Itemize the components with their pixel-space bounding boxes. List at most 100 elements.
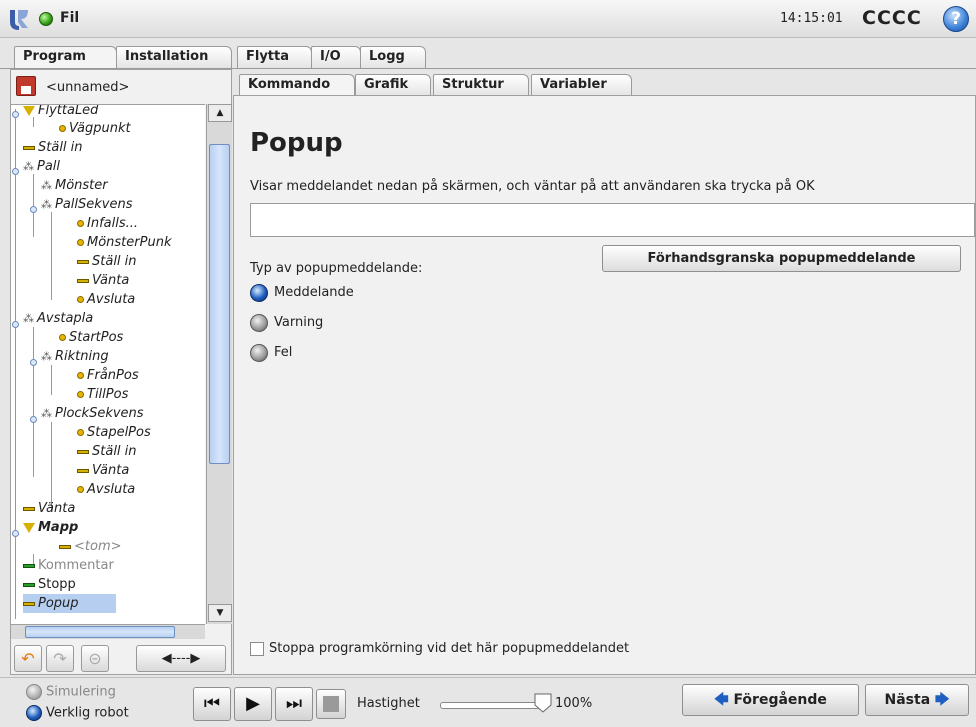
tree-node-monsterpunkt[interactable]: MönsterPunk — [77, 233, 171, 252]
help-icon[interactable]: ? — [943, 6, 969, 32]
radio-fel[interactable]: Fel — [250, 342, 292, 364]
tab-variabler[interactable]: Variabler — [531, 74, 632, 96]
tree-node-kommentar[interactable]: Kommentar — [23, 556, 114, 575]
tree-expand-icon[interactable] — [12, 111, 19, 118]
tree-node-monster[interactable]: ⁂ Mönster — [41, 176, 108, 195]
tab-kommando[interactable]: Kommando — [239, 74, 355, 96]
set-icon — [23, 145, 35, 150]
speed-label: Hastighet — [357, 696, 420, 711]
tree-line — [51, 365, 52, 395]
waypoint-icon — [59, 334, 66, 341]
tree-horizontal-scrollbar[interactable] — [11, 624, 205, 639]
move-icon — [23, 105, 35, 116]
top-bar: Fil 14:15:01 CCCC ? — [0, 0, 976, 38]
program-tree[interactable]: FlyttaLed Vägpunkt Ställ in ⁂ Pall ⁂ Mönst… — [11, 104, 205, 624]
tree-node-vanta[interactable]: Vänta — [77, 271, 129, 290]
tree-node-franpos[interactable]: FrånPos — [77, 366, 139, 385]
tree-expand-icon[interactable] — [30, 206, 37, 213]
tree-node-tillpos[interactable]: TillPos — [77, 385, 128, 404]
play-icon[interactable]: ▶ — [234, 687, 272, 721]
tree-node-avsluta[interactable]: Avsluta — [77, 290, 135, 309]
pallet-icon: ⁂ — [41, 407, 52, 420]
tree-expand-icon[interactable] — [12, 168, 19, 175]
tree-node-mapp[interactable]: Mapp — [23, 518, 78, 537]
tree-node-pallsekvens[interactable]: ⁂ PallSekvens — [41, 195, 133, 214]
tab-move[interactable]: Flytta — [237, 46, 312, 68]
skip-back-icon[interactable]: ⏮ — [193, 687, 231, 721]
comment-icon — [23, 563, 35, 568]
step-forward-icon[interactable]: ⏭ — [275, 687, 313, 721]
waypoint-icon — [77, 429, 84, 436]
tree-expand-icon[interactable] — [12, 321, 19, 328]
next-button[interactable]: Nästa 🡆 — [865, 684, 969, 716]
stop-icon[interactable] — [316, 689, 346, 719]
waypoint-icon — [77, 296, 84, 303]
tree-expand-icon[interactable] — [12, 530, 19, 537]
tree-node-stopp[interactable]: Stopp — [23, 575, 76, 594]
tree-node-startpos[interactable]: StartPos — [59, 328, 123, 347]
tree-expand-icon[interactable] — [30, 359, 37, 366]
tree-toolbar: ↶ ↷ ⊝ ◀----▶ — [11, 642, 231, 674]
bottom-bar: Simulering Verklig robot ⏮ ▶ ⏭ Hastighet… — [0, 677, 976, 727]
speed-slider-handle-icon[interactable] — [534, 693, 552, 713]
tree-node-stall-in[interactable]: Ställ in — [23, 138, 83, 157]
file-menu[interactable]: Fil — [60, 10, 79, 26]
tree-node-vanta[interactable]: Vänta — [77, 461, 129, 480]
tree-node-empty[interactable]: <tom> — [59, 537, 122, 556]
popup-message-input[interactable] — [250, 203, 975, 237]
tree-node-stapelpos[interactable]: StapelPos — [77, 423, 151, 442]
wait-icon — [77, 468, 89, 473]
tab-grafik[interactable]: Grafik — [355, 74, 431, 96]
set-icon — [77, 259, 89, 264]
clock: 14:15:01 — [780, 11, 843, 26]
tab-installation[interactable]: Installation — [116, 46, 232, 68]
pallet-icon: ⁂ — [41, 350, 52, 363]
redo-icon[interactable]: ↷ — [46, 645, 74, 672]
tree-line — [51, 212, 52, 300]
tree-node-stall-in[interactable]: Ställ in — [77, 442, 137, 461]
tree-node-stall-in[interactable]: Ställ in — [77, 252, 137, 271]
tree-node-riktning[interactable]: ⁂ Riktning — [41, 347, 109, 366]
folder-icon — [23, 522, 35, 533]
undo-icon[interactable]: ↶ — [14, 645, 42, 672]
tree-vertical-scrollbar[interactable]: ▲ ▼ — [206, 104, 232, 624]
popup-type-label: Typ av popupmeddelande: — [250, 261, 423, 276]
scrollbar-thumb[interactable] — [209, 144, 230, 464]
stop-program-checkbox[interactable] — [250, 641, 264, 656]
move-node-icon[interactable]: ◀----▶ — [136, 645, 226, 672]
save-icon[interactable] — [16, 76, 36, 96]
radio-selected-icon — [26, 705, 42, 721]
speed-slider[interactable] — [440, 702, 540, 709]
tree-node-vanta[interactable]: Vänta — [23, 499, 75, 518]
stop-program-option[interactable]: Stoppa programkörning vid det här popupm… — [250, 641, 629, 656]
radio-varning[interactable]: Varning — [250, 312, 323, 334]
tab-io[interactable]: I/O — [311, 46, 361, 68]
preview-popup-button[interactable]: Förhandsgranska popupmeddelande — [602, 245, 961, 272]
real-robot-mode-option[interactable]: Verklig robot — [26, 705, 129, 721]
scroll-down-icon[interactable]: ▼ — [208, 604, 232, 622]
tree-node-flyttaled[interactable]: FlyttaLed — [23, 105, 98, 120]
program-tree-panel: <unnamed> FlyttaLed Vägpunkt Ställ in ⁂ P… — [10, 69, 232, 675]
tree-node-pall[interactable]: ⁂ Pall — [23, 157, 60, 176]
tree-node-avsluta[interactable]: Avsluta — [77, 480, 135, 499]
radio-meddelande[interactable]: Meddelande — [250, 282, 354, 304]
simulation-mode-option[interactable]: Simulering — [26, 684, 116, 700]
scrollbar-thumb[interactable] — [25, 626, 175, 638]
tree-node-popup[interactable]: Popup — [23, 594, 116, 613]
tree-node-vagpunkt[interactable]: Vägpunkt — [59, 119, 131, 138]
speed-value: 100% — [555, 696, 593, 711]
radio-unselected-icon — [26, 684, 42, 700]
wait-icon — [77, 278, 89, 283]
tree-node-avstapla[interactable]: ⁂ Avstapla — [23, 309, 93, 328]
scroll-up-icon[interactable]: ▲ — [208, 104, 232, 122]
disable-node-icon[interactable]: ⊝ — [81, 645, 109, 672]
tab-log[interactable]: Logg — [360, 46, 426, 68]
tree-expand-icon[interactable] — [30, 416, 37, 423]
pallet-icon: ⁂ — [41, 179, 52, 192]
radio-unselected-icon — [250, 313, 268, 332]
tab-program[interactable]: Program — [14, 46, 117, 69]
tab-struktur[interactable]: Struktur — [433, 74, 529, 96]
tree-node-plocksekvens[interactable]: ⁂ PlockSekvens — [41, 404, 144, 423]
previous-button[interactable]: 🡄 Föregående — [682, 684, 859, 716]
tree-node-infalls[interactable]: Infalls... — [77, 214, 138, 233]
